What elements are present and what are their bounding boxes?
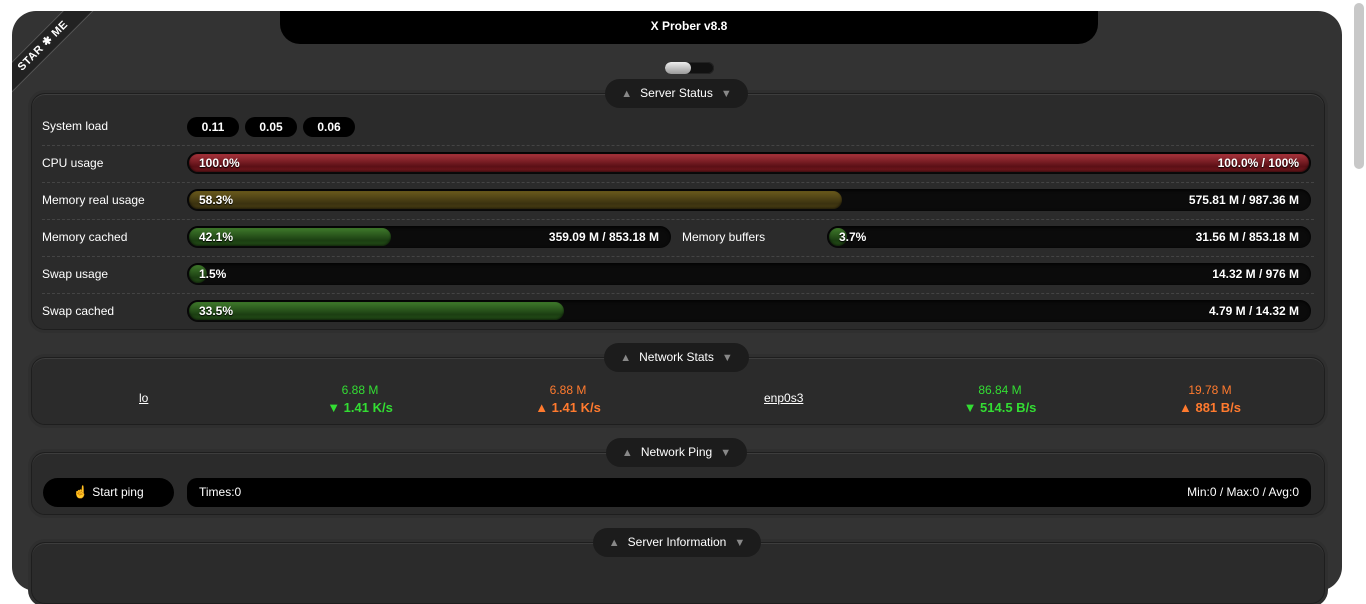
network-ping-title: Network Ping bbox=[640, 445, 713, 459]
swap-usage-label: Swap usage bbox=[42, 267, 109, 281]
network-stats-card: ▲ Network Stats ▼ lo 6.88 M ▼ 1.41 K/s 6.8… bbox=[31, 343, 1325, 425]
collapse-down-icon[interactable]: ▼ bbox=[734, 537, 745, 549]
cpu-usage-bar: 100.0% 100.0% / 100% bbox=[187, 152, 1311, 174]
load-15min: 0.06 bbox=[303, 117, 355, 137]
swap-cached-value: 4.79 M / 14.32 M bbox=[1208, 304, 1299, 318]
load-5min: 0.05 bbox=[245, 117, 297, 137]
cpu-usage-value: 100.0% / 100% bbox=[1217, 156, 1299, 170]
memory-real-percent: 58.3% bbox=[199, 193, 234, 207]
enp0s3-rx-total: 86.84 M bbox=[978, 383, 1022, 397]
ping-stats: Min:0 / Max:0 / Avg:0 bbox=[1187, 485, 1299, 499]
swap-usage-value: 14.32 M / 976 M bbox=[1212, 267, 1299, 281]
start-ping-label: Start ping bbox=[92, 485, 144, 499]
load-1min: 0.11 bbox=[187, 117, 239, 137]
collapse-up-icon[interactable]: ▲ bbox=[620, 352, 631, 364]
enp0s3-tx: 19.78 M ▲ 881 B/s bbox=[1160, 383, 1260, 415]
memory-cached-bar: 42.1% 359.09 M / 853.18 M bbox=[187, 226, 671, 248]
memory-buffers-value: 31.56 M / 853.18 M bbox=[1195, 230, 1299, 244]
swap-cached-label: Swap cached bbox=[42, 304, 115, 318]
network-ping-card: ▲ Network Ping ▼ ☝ Start ping Times:0 Min:0… bbox=[31, 438, 1325, 515]
collapse-up-icon[interactable]: ▲ bbox=[609, 537, 620, 549]
server-information-header[interactable]: ▲ Server Information ▼ bbox=[593, 528, 761, 557]
interface-name-enp0s3[interactable]: enp0s3 bbox=[764, 391, 803, 405]
cpu-usage-percent: 100.0% bbox=[199, 156, 240, 170]
memory-real-bar: 58.3% 575.81 M / 987.36 M bbox=[187, 189, 1311, 211]
dark-mode-toggle[interactable] bbox=[665, 62, 714, 74]
enp0s3-rx: 86.84 M ▼ 514.5 B/s bbox=[950, 383, 1050, 415]
server-status-card: ▲ Server Status ▼ System load 0.11 0.05 0.… bbox=[31, 79, 1325, 330]
system-load-label: System load bbox=[42, 119, 109, 133]
star-me-ribbon[interactable]: STAR ✱ ME bbox=[12, 11, 97, 100]
star-me-ribbon-wrap: STAR ✱ ME bbox=[12, 11, 102, 101]
pointer-hand-icon: ☝ bbox=[73, 485, 89, 499]
lo-rx: 6.88 M ▼ 1.41 K/s bbox=[310, 383, 410, 415]
collapse-down-icon[interactable]: ▼ bbox=[721, 88, 732, 100]
network-ping-header[interactable]: ▲ Network Ping ▼ bbox=[606, 438, 747, 467]
lo-tx-rate: ▲ 1.41 K/s bbox=[535, 400, 601, 415]
memory-buffers-percent: 3.7% bbox=[839, 230, 867, 244]
swap-usage-percent: 1.5% bbox=[199, 267, 227, 281]
server-status-header[interactable]: ▲ Server Status ▼ bbox=[605, 79, 748, 108]
memory-cached-value: 359.09 M / 853.18 M bbox=[548, 230, 659, 244]
swap-cached-percent: 33.5% bbox=[199, 304, 234, 318]
lo-rx-rate: ▼ 1.41 K/s bbox=[327, 400, 393, 415]
collapse-up-icon[interactable]: ▲ bbox=[622, 447, 633, 459]
memory-real-row: Memory real usage 58.3% 575.81 M / 987.3… bbox=[42, 182, 1314, 220]
server-information-title: Server Information bbox=[627, 535, 727, 549]
swap-usage-bar: 1.5% 14.32 M / 976 M bbox=[187, 263, 1311, 285]
swap-cached-row: Swap cached 33.5% 4.79 M / 14.32 M bbox=[42, 293, 1314, 330]
memory-real-label: Memory real usage bbox=[42, 193, 145, 207]
scrollbar-thumb[interactable] bbox=[1354, 3, 1364, 169]
app-title: X Prober v8.8 bbox=[280, 11, 1098, 44]
server-status-title: Server Status bbox=[640, 86, 713, 100]
collapse-down-icon[interactable]: ▼ bbox=[720, 447, 731, 459]
memory-real-fill bbox=[189, 191, 842, 209]
toggle-knob bbox=[665, 62, 691, 74]
memory-buffers-bar: 3.7% 31.56 M / 853.18 M bbox=[827, 226, 1311, 248]
system-load-row: System load 0.11 0.05 0.06 bbox=[42, 108, 1314, 146]
memory-real-value: 575.81 M / 987.36 M bbox=[1188, 193, 1299, 207]
server-information-card: ▲ Server Information ▼ bbox=[31, 528, 1325, 604]
ping-result-box: Times:0 Min:0 / Max:0 / Avg:0 bbox=[187, 478, 1311, 507]
memory-cached-percent: 42.1% bbox=[199, 230, 234, 244]
enp0s3-rx-rate: ▼ 514.5 B/s bbox=[963, 400, 1037, 415]
memory-cached-label: Memory cached bbox=[42, 230, 128, 244]
interface-name-lo[interactable]: lo bbox=[139, 391, 148, 405]
network-stats-title: Network Stats bbox=[639, 350, 714, 364]
swap-cached-fill bbox=[189, 302, 565, 320]
enp0s3-tx-total: 19.78 M bbox=[1188, 383, 1232, 397]
enp0s3-tx-rate: ▲ 881 B/s bbox=[1178, 400, 1241, 415]
collapse-down-icon[interactable]: ▼ bbox=[722, 352, 733, 364]
cpu-usage-label: CPU usage bbox=[42, 156, 104, 170]
memory-buffers-label: Memory buffers bbox=[682, 230, 766, 244]
memory-cached-row: Memory cached 42.1% 359.09 M / 853.18 M … bbox=[42, 219, 1314, 257]
swap-cached-bar: 33.5% 4.79 M / 14.32 M bbox=[187, 300, 1311, 322]
start-ping-button[interactable]: ☝ Start ping bbox=[43, 478, 174, 507]
page-scrollbar[interactable] bbox=[1352, 0, 1366, 561]
ping-times: Times:0 bbox=[199, 485, 242, 499]
collapse-up-icon[interactable]: ▲ bbox=[621, 88, 632, 100]
lo-rx-total: 6.88 M bbox=[341, 383, 379, 397]
network-stats-header[interactable]: ▲ Network Stats ▼ bbox=[604, 343, 749, 372]
cpu-usage-fill bbox=[189, 154, 1309, 172]
lo-tx: 6.88 M ▲ 1.41 K/s bbox=[518, 383, 618, 415]
lo-tx-total: 6.88 M bbox=[549, 383, 587, 397]
swap-usage-row: Swap usage 1.5% 14.32 M / 976 M bbox=[42, 256, 1314, 294]
cpu-usage-row: CPU usage 100.0% 100.0% / 100% bbox=[42, 145, 1314, 183]
